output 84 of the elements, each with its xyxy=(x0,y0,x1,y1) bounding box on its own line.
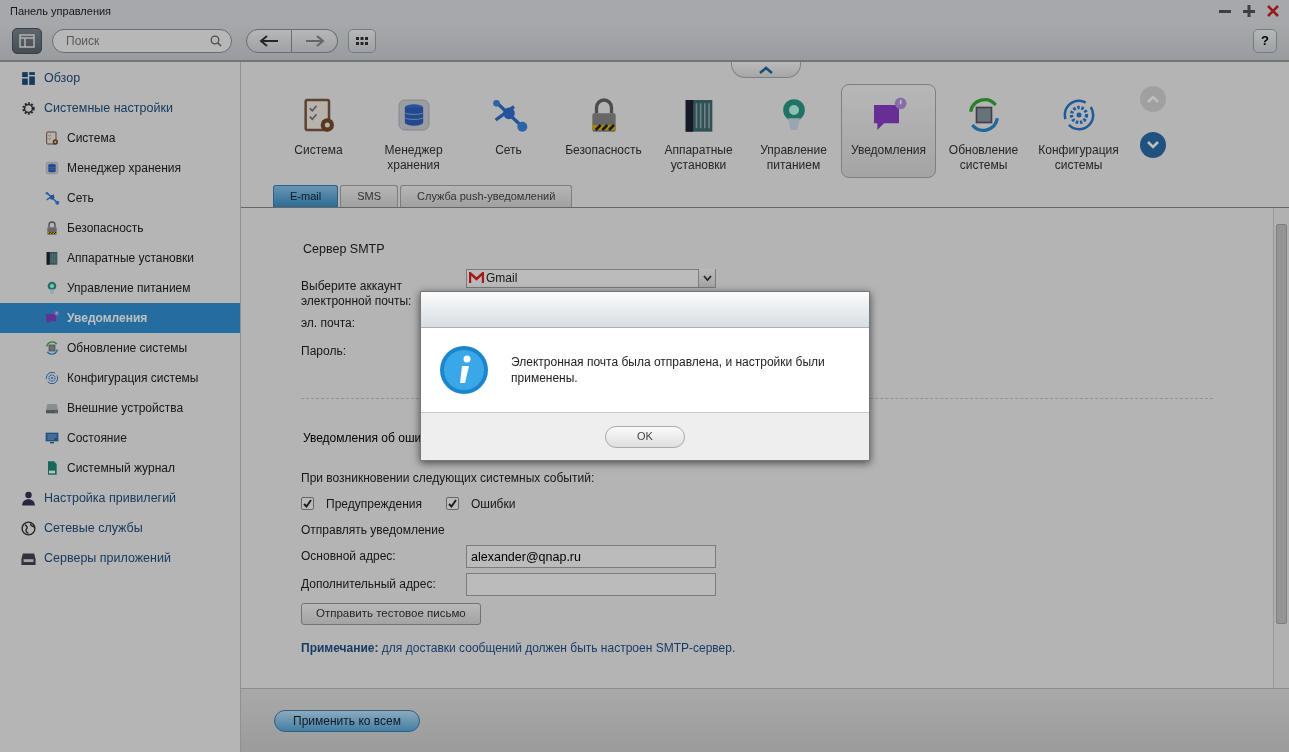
sidebar-item[interactable]: Система xyxy=(0,123,240,153)
gear-cycle-icon xyxy=(44,370,60,386)
app-tile[interactable]: Аппаратные установки xyxy=(651,84,746,178)
app-tile[interactable]: Система xyxy=(271,84,366,178)
sidebar-item[interactable]: Аппаратные установки xyxy=(0,243,240,273)
panel-icon xyxy=(19,34,35,48)
field-label: При возникновении следующих системных событий: xyxy=(301,469,596,487)
checkbox[interactable] xyxy=(445,497,459,511)
section-heading: Уведомления об оши xyxy=(303,429,422,447)
app-tile[interactable]: Безопасность xyxy=(556,84,651,178)
mail-m-icon xyxy=(469,272,484,285)
person-icon xyxy=(20,489,37,507)
apps-grid-button[interactable] xyxy=(348,29,376,53)
info-icon xyxy=(439,345,489,395)
maximize-icon[interactable] xyxy=(1241,3,1257,19)
sidebar-item[interactable]: Настройка привилегий xyxy=(0,483,240,513)
field-label: Выберите аккаунт электронной почты: xyxy=(301,278,413,310)
server-rack-icon xyxy=(44,250,60,266)
chat-bubble-icon xyxy=(44,310,60,326)
globe-icon xyxy=(20,519,37,537)
chevron-down-icon xyxy=(1147,141,1159,149)
app-tile[interactable]: Уведомления xyxy=(841,84,936,178)
grid-icon xyxy=(20,69,37,87)
checkbox-label: Ошибки xyxy=(470,495,516,513)
sidebar-item[interactable]: Конфигурация системы xyxy=(0,363,240,393)
field-label: эл. почта: xyxy=(301,316,357,332)
field-label: Основной адрес: xyxy=(301,549,397,565)
checkbox-label: Предупреждения xyxy=(326,495,422,513)
checkbox[interactable] xyxy=(301,497,314,511)
send-test-button[interactable]: Отправить тестовое письмо xyxy=(301,602,481,625)
collapse-handle[interactable] xyxy=(731,62,801,78)
tab[interactable]: Служба push-уведомлений xyxy=(400,185,573,207)
sidebar-item[interactable]: Серверы приложений xyxy=(0,543,240,573)
network-icon xyxy=(44,190,60,206)
back-button[interactable] xyxy=(246,29,292,53)
address-field[interactable] xyxy=(466,573,716,597)
sidebar-item[interactable]: Управление питанием xyxy=(0,273,240,303)
app-tile[interactable]: Менеджер хранения xyxy=(366,84,461,178)
account-select[interactable]: Gmail xyxy=(466,268,716,288)
note-text: Примечание: для доставки сообщений должен быть настроен SMTP-сервер. xyxy=(301,639,737,657)
sidebar-item[interactable]: Системные настройки xyxy=(0,93,240,123)
sidebar-item[interactable]: Сетевые службы xyxy=(0,513,240,543)
section-heading: Сервер SMTP xyxy=(303,241,385,258)
tab[interactable]: SMS xyxy=(340,185,398,207)
right-arrow-icon xyxy=(304,35,325,47)
sidebar-item[interactable]: Внешние устройства xyxy=(0,393,240,423)
left-arrow-icon xyxy=(259,35,279,47)
window-title: Панель управления xyxy=(10,3,113,19)
apply-all-button[interactable]: Применить ко всем xyxy=(274,709,420,732)
ok-button[interactable]: OK xyxy=(605,425,685,448)
scroll-down-button[interactable] xyxy=(1140,132,1166,158)
field-label: Дополнительный адрес: xyxy=(301,577,437,593)
sidebar-item[interactable]: Обновление системы xyxy=(0,333,240,363)
sidebar-item[interactable]: Состояние xyxy=(0,423,240,453)
search-icon xyxy=(210,35,222,47)
close-icon[interactable] xyxy=(1265,3,1281,19)
help-button[interactable]: ? xyxy=(1253,29,1277,53)
dropdown-caret-icon xyxy=(702,275,712,282)
field-label: Отправлять уведомление xyxy=(301,521,446,539)
app-tile[interactable]: Обновление системы xyxy=(936,84,1031,178)
app-tile[interactable]: Конфигурация системы xyxy=(1031,84,1126,178)
dots-grid-icon xyxy=(356,37,368,45)
address-field[interactable]: alexander@qnap.ru xyxy=(466,545,716,569)
sidebar-item[interactable]: Сеть xyxy=(0,183,240,213)
sidebar-toggle-button[interactable] xyxy=(12,28,42,54)
chip-refresh-icon xyxy=(44,340,60,356)
sidebar-item[interactable]: Безопасность xyxy=(0,213,240,243)
field-label: Пароль: xyxy=(301,344,347,360)
database-icon xyxy=(44,160,60,176)
gear-icon xyxy=(20,99,37,117)
sidebar-item[interactable]: Обзор xyxy=(0,63,240,93)
padlock-icon xyxy=(44,220,60,236)
sidebar-item[interactable]: Менеджер хранения xyxy=(0,153,240,183)
monitor-icon xyxy=(44,430,60,446)
tab[interactable]: E-mail xyxy=(273,185,339,207)
search-field[interactable]: Поиск xyxy=(52,29,232,53)
chevron-up-icon xyxy=(1147,95,1159,103)
clipboard-gear-icon xyxy=(44,130,60,146)
sidebar-item[interactable]: Системный журнал xyxy=(0,453,240,483)
chevron-up-icon xyxy=(759,65,773,74)
scrollbar[interactable] xyxy=(1273,208,1289,688)
app-tile[interactable]: Управление питанием xyxy=(746,84,841,178)
app-tile[interactable]: Сеть xyxy=(461,84,556,178)
dialog-message: Электронная почта была отправлена, и настройки были применены. xyxy=(511,353,826,387)
